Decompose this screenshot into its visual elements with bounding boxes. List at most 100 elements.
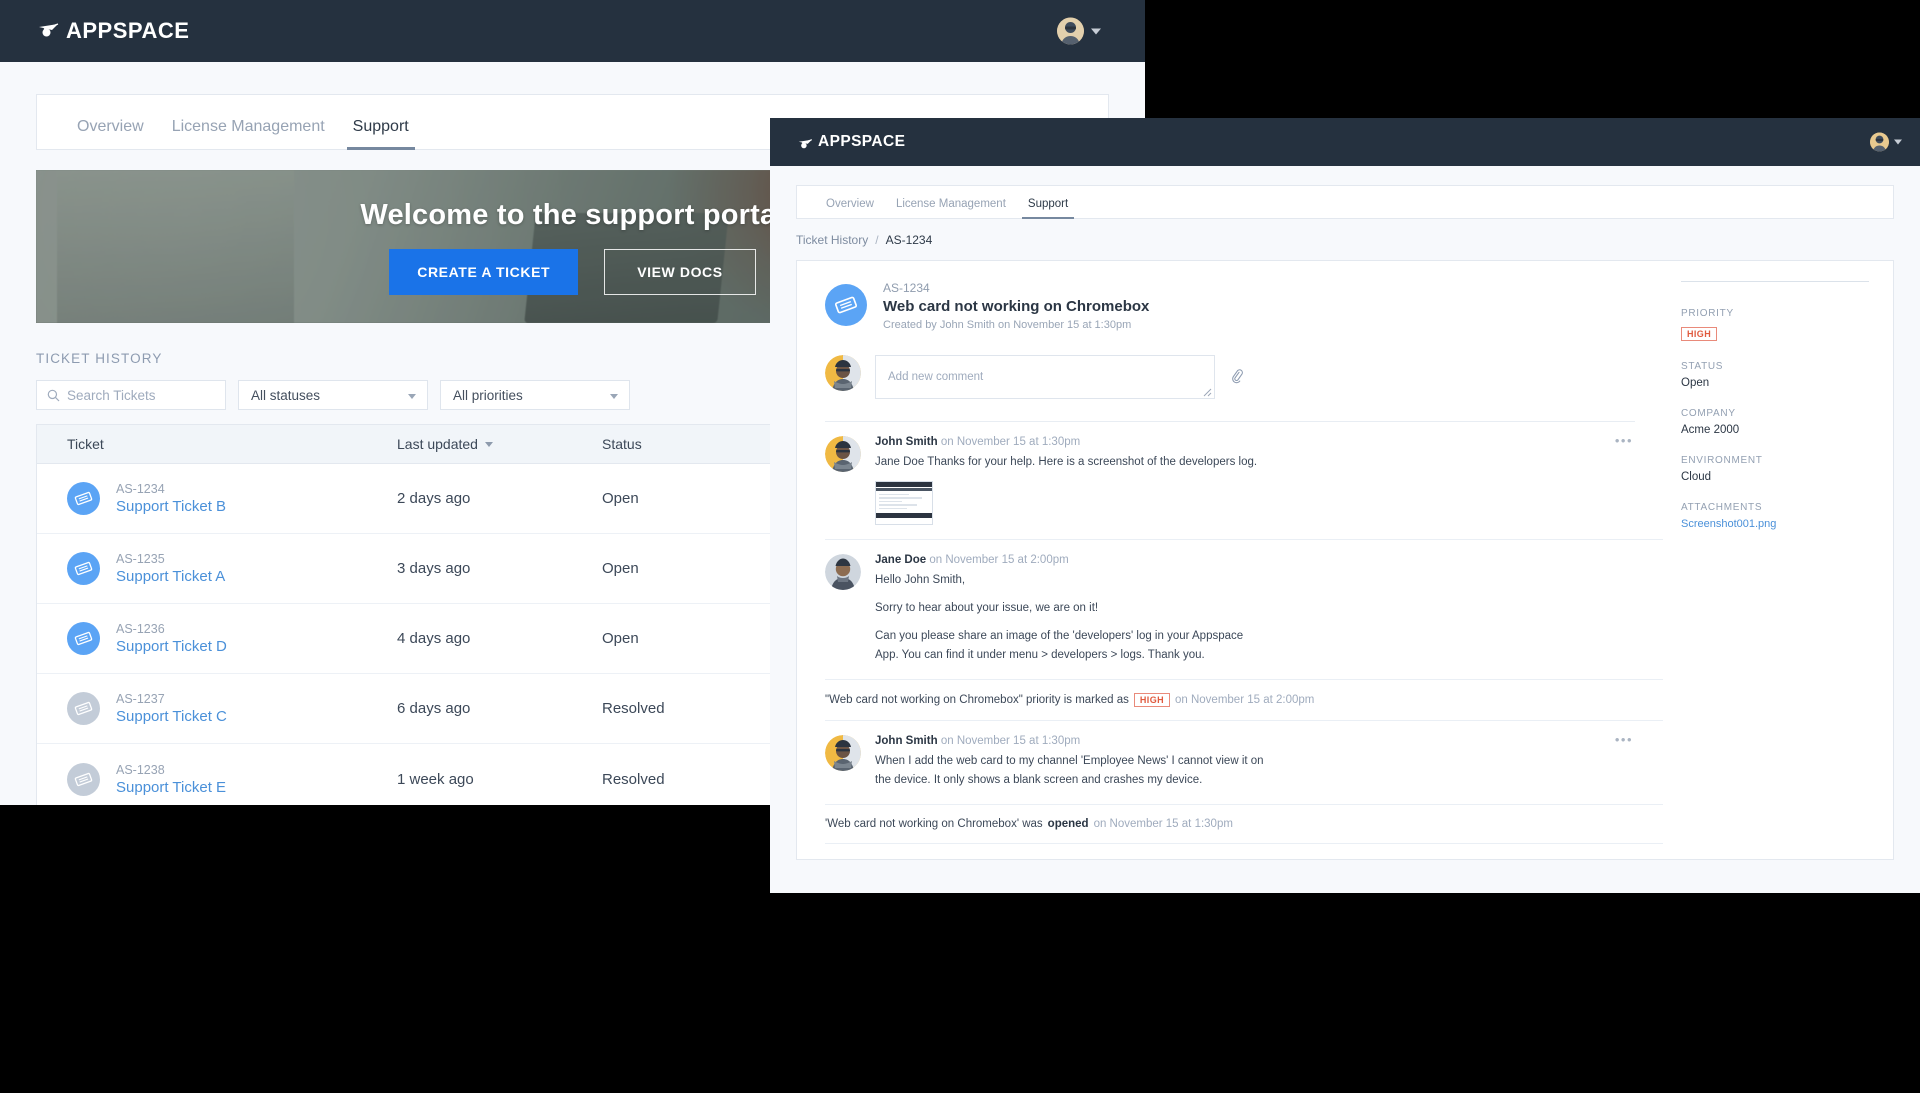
ticket-detail-main: AS-1234 Web card not working on Chromebo… [797,261,1663,859]
search-tickets-input[interactable] [67,387,225,403]
breadcrumb-ticket-history[interactable]: Ticket History [796,233,868,247]
priority-filter-value: All priorities [453,387,523,403]
status-filter-value: All statuses [251,387,321,403]
metadata-value-status: Open [1681,377,1710,389]
overlay-topbar: APPSPACE [770,118,1920,166]
comment-item: John Smith on November 15 at 1:30pm When… [825,721,1663,805]
ticket-id: AS-1235 [116,552,165,566]
hero-title: Welcome to the support portal [360,198,785,231]
screen: APPSPACE Overview License Management Sup… [0,0,1920,1093]
user-menu[interactable] [1057,17,1101,45]
comment-attachment-thumbnail[interactable] [875,480,933,525]
ticket-name-link[interactable]: Support Ticket D [116,638,227,655]
comment-text: Hello John Smith, [875,573,966,586]
appspace-logo-text: APPSPACE [818,133,906,150]
view-docs-button[interactable]: VIEW DOCS [604,248,756,295]
comment-text: Jane Doe Thanks for your help. Here is a… [875,456,1258,468]
activity-event-priority: "Web card not working on Chromebox" prio… [825,680,1663,721]
ticket-name-link[interactable]: Support Ticket A [116,568,225,585]
ticket-status: Open [602,560,639,577]
ticket-icon [67,692,100,725]
comment-time: on November 15 at 2:00pm [929,553,1069,566]
tab-support[interactable]: Support [339,119,423,150]
priority-badge: HIGH [1133,692,1170,707]
comment-item: John Smith on November 15 at 1:30pm Jane… [825,422,1663,540]
tab-overview[interactable]: Overview [815,198,885,219]
ticket-status: Open [602,490,639,507]
sort-descending-icon [484,441,493,447]
tab-license-management[interactable]: License Management [885,198,1017,219]
ticket-status: Resolved [602,700,665,717]
avatar [825,436,861,472]
ticket-icon [67,622,100,655]
divider [1681,281,1869,282]
column-header-status[interactable]: Status [602,436,772,452]
tab-overview[interactable]: Overview [63,119,158,149]
column-header-ticket[interactable]: Ticket [67,436,397,452]
metadata-label-company: COMPANY [1681,408,1736,419]
ticket-status: Open [602,630,639,647]
activity-event-opened: 'Web card not working on Chromebox' was … [825,805,1663,844]
chevron-down-icon [408,394,416,399]
ticket-last-updated: 1 week ago [397,770,474,788]
comment-time: on November 15 at 1:30pm [940,734,1081,747]
ticket-last-updated: 6 days ago [397,700,471,717]
chevron-down-icon [1894,139,1902,145]
appspace-logo[interactable]: APPSPACE [798,133,905,151]
ticket-metadata-sidebar: PRIORITY HIGH STATUS Open COMPANY Acme 2… [1663,261,1893,859]
background-topbar: APPSPACE [0,0,1145,62]
ticket-id: AS-1237 [116,692,165,706]
ticket-title: Web card not working on Chromebox [883,298,1150,315]
appspace-logo-icon [798,137,816,148]
priority-filter-select[interactable]: All priorities [440,380,630,410]
comment-text: Sorry to hear about your issue, we are o… [875,601,1099,614]
column-header-last-updated-label: Last updated [397,436,478,452]
event-time: on November 15 at 2:00pm [1175,693,1315,706]
comment-author: John Smith [875,734,938,747]
avatar [1870,132,1889,152]
ticket-created-meta: Created by John Smith on November 15 at … [883,319,1132,331]
breadcrumb-current: AS-1234 [885,233,933,247]
status-filter-select[interactable]: All statuses [238,380,428,410]
new-comment-input[interactable]: Add new comment [875,355,1215,399]
ticket-name-link[interactable]: Support Ticket C [116,708,227,725]
breadcrumb-separator: / [875,233,879,247]
metadata-label-priority: PRIORITY [1681,308,1734,319]
create-ticket-button[interactable]: CREATE A TICKET [389,248,579,295]
resize-handle[interactable] [1203,388,1212,397]
ticket-icon [67,552,100,585]
ticket-id: AS-1238 [116,762,165,777]
metadata-label-environment: ENVIRONMENT [1681,455,1763,466]
appspace-logo[interactable]: APPSPACE [38,20,189,42]
ticket-icon [67,762,100,796]
tab-support[interactable]: Support [1017,198,1079,219]
status-badge: HIGH [1681,327,1718,341]
ticket-id: AS-1234 [883,281,930,295]
avatar [1057,17,1084,45]
comment-menu-icon[interactable]: ••• [1615,434,1633,447]
comment-time: on November 15 at 1:30pm [940,436,1081,448]
tab-license-management[interactable]: License Management [158,119,339,149]
avatar [825,553,861,590]
comment-menu-icon[interactable]: ••• [1615,733,1633,746]
comment-author: Jane Doe [875,553,927,566]
avatar [825,355,861,391]
user-menu[interactable] [1870,132,1902,152]
attachment-link[interactable]: Screenshot001.png [1681,518,1869,530]
column-header-last-updated[interactable]: Last updated [397,436,602,452]
metadata-label-attachments: ATTACHMENTS [1681,502,1763,513]
comment-author: John Smith [875,436,938,448]
search-icon [47,389,60,402]
chevron-down-icon [1091,28,1101,34]
avatar [825,734,861,771]
chevron-down-icon [610,394,618,399]
ticket-name-link[interactable]: Support Ticket E [116,779,226,796]
new-comment-placeholder: Add new comment [888,371,984,383]
metadata-value-environment: Cloud [1681,471,1712,483]
appspace-logo-icon [38,23,64,39]
attachment-icon[interactable] [1229,368,1245,384]
ticket-detail-card: AS-1234 Web card not working on Chromebo… [796,260,1894,860]
search-tickets-box[interactable] [36,380,226,410]
event-action: opened [1047,817,1089,830]
ticket-name-link[interactable]: Support Ticket B [116,498,226,515]
